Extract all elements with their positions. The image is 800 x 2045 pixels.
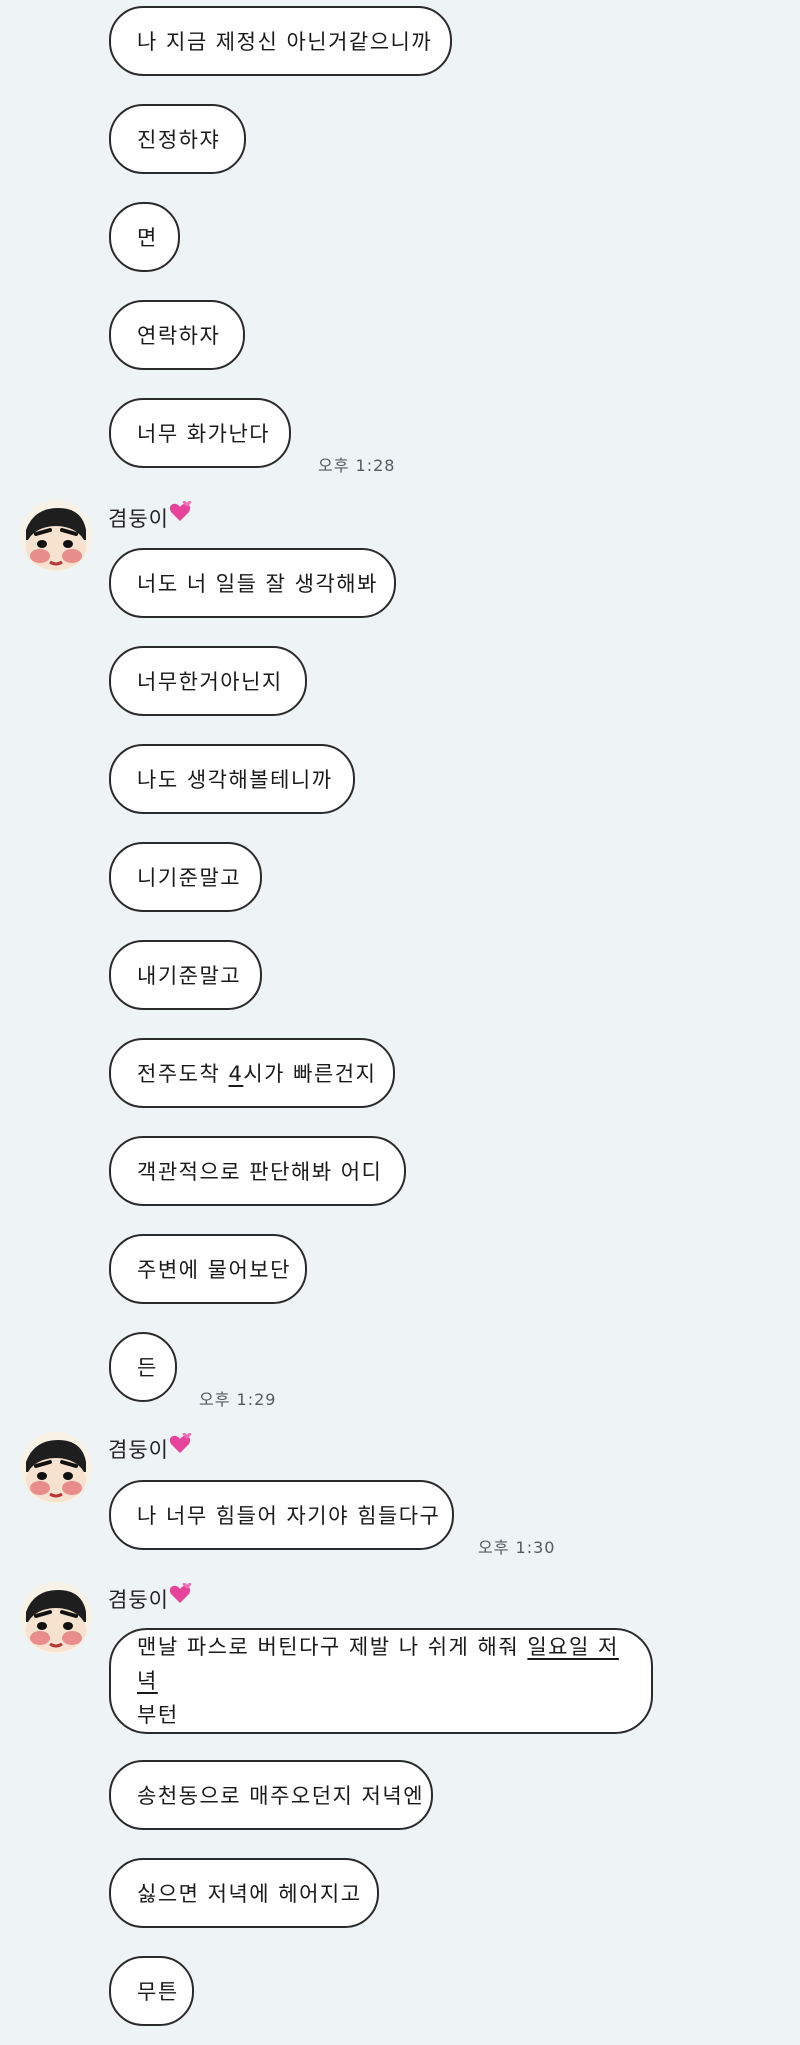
message-text-line: 부턴 — [137, 1703, 179, 1727]
message-bubble[interactable]: 면 — [109, 202, 180, 272]
message-text: 너무한거아닌지 — [137, 670, 283, 694]
message-text-line: 맨날 파스로 버틴다구 제발 나 쉬게 해줘 일요일 저녁 — [137, 1635, 619, 1693]
cartoon-boy-avatar-icon — [20, 500, 92, 572]
message-bubble[interactable]: 진정하쟈 — [109, 104, 246, 174]
message-bubble[interactable]: 무튼 — [109, 1956, 194, 2026]
message-text: 든 — [137, 1356, 158, 1380]
message-bubble[interactable]: 니기준말고 — [109, 842, 262, 912]
hearts-icon — [169, 501, 192, 521]
message-text: 진정하쟈 — [137, 128, 221, 152]
message-timestamp: 오후 1:28 — [318, 456, 396, 475]
message-bubble[interactable]: 너도 너 일들 잘 생각해봐 — [109, 548, 396, 618]
message-text: 면 — [137, 226, 158, 250]
message-bubble[interactable]: 너무한거아닌지 — [109, 646, 307, 716]
message-bubble[interactable]: 싫으면 저녁에 헤어지고 — [109, 1858, 379, 1928]
message-bubble[interactable]: 나 너무 힘들어 자기야 힘들다구 — [109, 1480, 454, 1550]
avatar[interactable] — [20, 500, 92, 572]
message-text: 주변에 물어보단 — [137, 1258, 291, 1282]
message-timestamp: 오후 1:30 — [478, 1538, 556, 1557]
avatar[interactable] — [20, 1432, 92, 1504]
message-bubble[interactable]: 든 — [109, 1332, 177, 1402]
message-text: 무튼 — [137, 1980, 179, 2004]
message-bubble[interactable]: 맨날 파스로 버틴다구 제발 나 쉬게 해줘 일요일 저녁 부턴 — [109, 1628, 653, 1734]
message-text: 나 지금 제정신 아닌거같으니까 — [137, 30, 433, 54]
message-text: 전주도착 4시가 빠른건지 — [137, 1062, 377, 1086]
message-bubble[interactable]: 송천동으로 매주오던지 저녁엔 — [109, 1760, 433, 1830]
message-bubble[interactable]: 전주도착 4시가 빠른건지 — [109, 1038, 395, 1108]
message-bubble[interactable]: 나도 생각해볼테니까 — [109, 744, 355, 814]
cartoon-boy-avatar-icon — [20, 1582, 92, 1654]
underlined-text: 4 — [228, 1062, 244, 1086]
hearts-icon — [169, 1433, 192, 1453]
message-text: 니기준말고 — [137, 866, 242, 890]
sender-name: 겸둥이 — [108, 1438, 169, 1462]
message-text: 송천동으로 매주오던지 저녁엔 — [137, 1784, 425, 1808]
message-bubble[interactable]: 나 지금 제정신 아닌거같으니까 — [109, 6, 452, 76]
message-bubble[interactable]: 주변에 물어보단 — [109, 1234, 307, 1304]
hearts-icon — [169, 1583, 192, 1603]
message-bubble[interactable]: 내기준말고 — [109, 940, 262, 1010]
message-bubble[interactable]: 연락하자 — [109, 300, 245, 370]
message-text: 객관적으로 판단해봐 어디 — [137, 1160, 383, 1184]
sender-name: 겸둥이 — [108, 507, 169, 531]
message-text: 싫으면 저녁에 헤어지고 — [137, 1882, 362, 1906]
message-text: 나 너무 힘들어 자기야 힘들다구 — [137, 1504, 441, 1528]
message-text: 너무 화가난다 — [137, 422, 271, 446]
avatar[interactable] — [20, 1582, 92, 1654]
sender-name: 겸둥이 — [108, 1588, 169, 1612]
message-text: 내기준말고 — [137, 964, 242, 988]
message-timestamp: 오후 1:29 — [199, 1390, 277, 1409]
message-text: 나도 생각해볼테니까 — [137, 768, 333, 792]
message-text: 너도 너 일들 잘 생각해봐 — [137, 572, 378, 596]
message-bubble[interactable]: 객관적으로 판단해봐 어디 — [109, 1136, 406, 1206]
message-bubble[interactable]: 너무 화가난다 — [109, 398, 291, 468]
message-text: 연락하자 — [137, 324, 221, 348]
cartoon-boy-avatar-icon — [20, 1432, 92, 1504]
